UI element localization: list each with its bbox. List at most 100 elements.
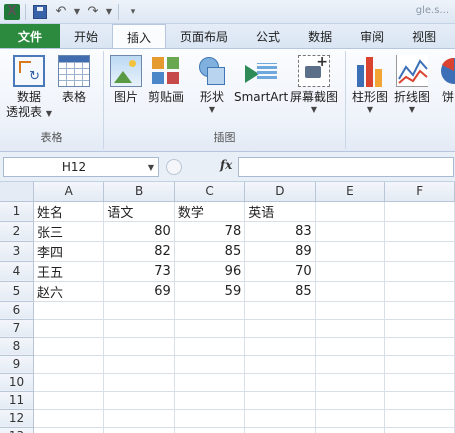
cell-a13[interactable] bbox=[33, 427, 105, 433]
table-button[interactable]: 表格 bbox=[58, 55, 90, 105]
column-header-b[interactable]: B bbox=[103, 182, 175, 202]
cell-c5[interactable]: 59 bbox=[174, 281, 246, 302]
customize-toolbar-button[interactable]: ▾ bbox=[124, 3, 142, 21]
row-header[interactable]: 4 bbox=[0, 261, 34, 282]
cell-b3[interactable]: 82 bbox=[103, 241, 175, 262]
line-chart-button[interactable]: 折线图 ▼ bbox=[394, 55, 430, 115]
cell-f4[interactable] bbox=[384, 261, 455, 282]
cell-b2[interactable]: 80 bbox=[103, 221, 175, 242]
cell-d7[interactable] bbox=[244, 319, 316, 338]
cell-b10[interactable] bbox=[103, 373, 175, 392]
row-header[interactable]: 7 bbox=[0, 319, 34, 338]
save-button[interactable] bbox=[31, 3, 49, 21]
column-header-c[interactable]: C bbox=[174, 182, 246, 202]
cell-c7[interactable] bbox=[174, 319, 246, 338]
screenshot-button[interactable]: 屏幕截图 ▼ bbox=[290, 54, 338, 115]
shapes-button[interactable]: 形状 ▼ bbox=[196, 55, 228, 115]
cell-a1[interactable]: 姓名 bbox=[33, 201, 105, 222]
cell-c4[interactable]: 96 bbox=[174, 261, 246, 282]
cell-f9[interactable] bbox=[384, 355, 455, 374]
pivot-table-button[interactable]: 数据 透视表 ▼ bbox=[6, 55, 52, 120]
formula-input[interactable] bbox=[238, 157, 454, 177]
cell-d4[interactable]: 70 bbox=[244, 261, 316, 282]
cell-e5[interactable] bbox=[315, 281, 386, 302]
cell-a11[interactable] bbox=[33, 391, 105, 410]
row-header[interactable]: 5 bbox=[0, 281, 34, 302]
cell-e8[interactable] bbox=[315, 337, 386, 356]
tab-page-layout[interactable]: 页面布局 bbox=[166, 24, 242, 48]
cell-f5[interactable] bbox=[384, 281, 455, 302]
excel-icon[interactable]: X bbox=[4, 3, 20, 20]
cell-e13[interactable] bbox=[315, 427, 386, 433]
undo-button[interactable]: ↶ bbox=[52, 3, 70, 21]
cell-e7[interactable] bbox=[315, 319, 386, 338]
cell-b4[interactable]: 73 bbox=[103, 261, 175, 282]
cell-b13[interactable] bbox=[103, 427, 175, 433]
cell-a7[interactable] bbox=[33, 319, 105, 338]
cell-a6[interactable] bbox=[33, 301, 105, 320]
row-header[interactable]: 11 bbox=[0, 391, 34, 410]
cell-c3[interactable]: 85 bbox=[174, 241, 246, 262]
cell-d2[interactable]: 83 bbox=[244, 221, 316, 242]
cell-f1[interactable] bbox=[384, 201, 455, 222]
cell-f7[interactable] bbox=[384, 319, 455, 338]
undo-dropdown[interactable]: ▼ bbox=[73, 3, 81, 21]
tab-home[interactable]: 开始 bbox=[60, 24, 112, 48]
cell-d10[interactable] bbox=[244, 373, 316, 392]
cell-b11[interactable] bbox=[103, 391, 175, 410]
row-header[interactable]: 3 bbox=[0, 241, 34, 262]
redo-button[interactable]: ↷ bbox=[84, 3, 102, 21]
column-header-e[interactable]: E bbox=[315, 182, 386, 202]
clipart-button[interactable]: 剪贴画 bbox=[148, 55, 184, 105]
cell-d13[interactable] bbox=[244, 427, 316, 433]
cell-b1[interactable]: 语文 bbox=[103, 201, 175, 222]
tab-view[interactable]: 视图 bbox=[398, 24, 450, 48]
cell-c6[interactable] bbox=[174, 301, 246, 320]
cell-c11[interactable] bbox=[174, 391, 246, 410]
row-header[interactable]: 9 bbox=[0, 355, 34, 374]
cell-d11[interactable] bbox=[244, 391, 316, 410]
name-box[interactable]: H12 ▼ bbox=[3, 157, 159, 177]
cell-f12[interactable] bbox=[384, 409, 455, 428]
tab-formulas[interactable]: 公式 bbox=[242, 24, 294, 48]
cell-a3[interactable]: 李四 bbox=[33, 241, 105, 262]
cell-c12[interactable] bbox=[174, 409, 246, 428]
cell-b9[interactable] bbox=[103, 355, 175, 374]
cell-a8[interactable] bbox=[33, 337, 105, 356]
cell-e6[interactable] bbox=[315, 301, 386, 320]
cell-a10[interactable] bbox=[33, 373, 105, 392]
chevron-down-icon[interactable]: ▼ bbox=[144, 163, 158, 172]
cell-c2[interactable]: 78 bbox=[174, 221, 246, 242]
cell-e12[interactable] bbox=[315, 409, 386, 428]
cell-f13[interactable] bbox=[384, 427, 455, 433]
cell-a5[interactable]: 赵六 bbox=[33, 281, 105, 302]
picture-button[interactable]: 图片 bbox=[110, 55, 142, 105]
row-header[interactable]: 8 bbox=[0, 337, 34, 356]
tab-data[interactable]: 数据 bbox=[294, 24, 346, 48]
formula-bar-divider[interactable] bbox=[166, 159, 182, 175]
tab-review[interactable]: 审阅 bbox=[346, 24, 398, 48]
column-header-d[interactable]: D bbox=[244, 182, 316, 202]
row-header[interactable]: 12 bbox=[0, 409, 34, 428]
row-header[interactable]: 10 bbox=[0, 373, 34, 392]
smartart-button[interactable]: SmartArt bbox=[234, 55, 288, 105]
cell-d9[interactable] bbox=[244, 355, 316, 374]
cell-c1[interactable]: 数学 bbox=[174, 201, 246, 222]
cell-f11[interactable] bbox=[384, 391, 455, 410]
column-header-a[interactable]: A bbox=[33, 182, 105, 202]
cell-e4[interactable] bbox=[315, 261, 386, 282]
insert-function-button[interactable]: fx bbox=[220, 158, 232, 172]
row-header[interactable]: 6 bbox=[0, 301, 34, 320]
cell-d5[interactable]: 85 bbox=[244, 281, 316, 302]
tab-file[interactable]: 文件 bbox=[0, 24, 60, 48]
cell-a4[interactable]: 王五 bbox=[33, 261, 105, 282]
cell-a12[interactable] bbox=[33, 409, 105, 428]
cell-e2[interactable] bbox=[315, 221, 386, 242]
row-header[interactable]: 13 bbox=[0, 427, 34, 433]
cell-e11[interactable] bbox=[315, 391, 386, 410]
cell-e10[interactable] bbox=[315, 373, 386, 392]
cell-f6[interactable] bbox=[384, 301, 455, 320]
cell-b6[interactable] bbox=[103, 301, 175, 320]
cell-c13[interactable] bbox=[174, 427, 246, 433]
cell-f3[interactable] bbox=[384, 241, 455, 262]
